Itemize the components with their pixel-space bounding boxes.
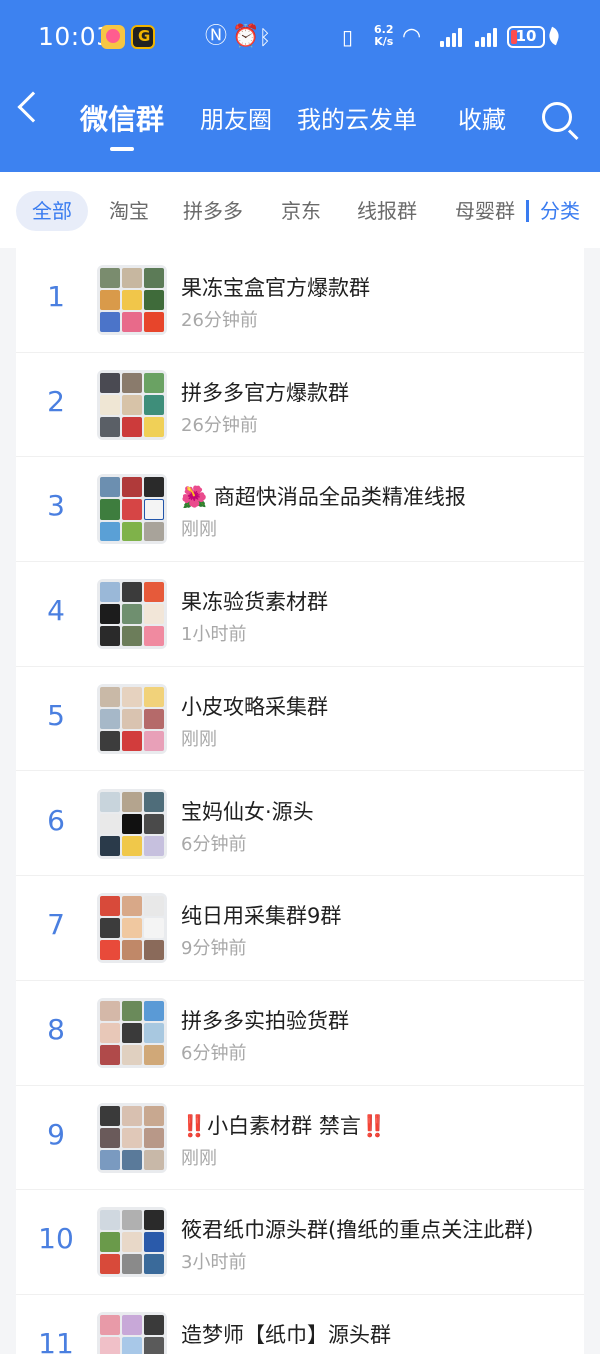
group-row[interactable]: 11 造梦师【纸巾】源头群 (16, 1295, 584, 1354)
category-bar: 全部 淘宝 拼多多 京东 线报群 母婴群 分类 (0, 172, 600, 248)
group-row[interactable]: 5 小皮攻略采集群 刚刚 (16, 667, 584, 772)
group-name: 筱君纸巾源头群(撸纸的重点关注此群) (181, 1218, 534, 1243)
tab-moments[interactable]: 朋友圈 (200, 100, 272, 135)
group-rank: 9 (47, 1117, 65, 1151)
group-avatar (97, 1312, 167, 1354)
nfc-icon: Ⓝ (205, 24, 228, 49)
group-row[interactable]: 8 拼多多实拍验货群 6分钟前 (16, 981, 584, 1086)
group-row[interactable]: 6 宝妈仙女·源头 6分钟前 (16, 772, 584, 877)
tab-favorites[interactable]: 收藏 (458, 100, 506, 135)
group-row[interactable]: 10 筱君纸巾源头群(撸纸的重点关注此群) 3小时前 (16, 1190, 584, 1295)
group-last-active: 26分钟前 (181, 310, 258, 331)
category-deal-groups[interactable]: 线报群 (357, 191, 417, 231)
group-rank: 7 (47, 908, 65, 942)
group-last-active: 9分钟前 (181, 938, 247, 960)
tab-wechat-groups[interactable]: 微信群 (80, 98, 164, 138)
notification-app-icon (101, 25, 125, 49)
back-icon[interactable] (17, 91, 49, 123)
group-avatar (97, 997, 167, 1068)
group-avatar (97, 1207, 167, 1278)
app-header: 10:03 Ⓝ ⏰ ᛒ ▯ 6.2 K/s ◠ 10 微信群 朋友圈 我的云发单… (0, 0, 600, 172)
group-rank: 10 (38, 1222, 74, 1256)
group-avatar (97, 1102, 167, 1173)
net-speed: 6.2 K/s (374, 23, 394, 48)
signal-icon (440, 27, 464, 47)
group-rank: 2 (47, 384, 65, 418)
category-scroll[interactable]: 全部 淘宝 拼多多 京东 线报群 母婴群 (0, 172, 515, 248)
group-rank: 6 (47, 803, 65, 837)
alarm-icon: ⏰ (232, 24, 260, 49)
group-name: 拼多多官方爆款群 (181, 380, 349, 405)
group-last-active: 6分钟前 (181, 833, 247, 855)
notification-app-icon-2 (131, 25, 155, 49)
category-taobao[interactable]: 淘宝 (109, 191, 149, 231)
group-rank: 11 (38, 1327, 74, 1354)
group-last-active: 刚刚 (181, 728, 217, 750)
battery-icon: 10 (507, 26, 545, 48)
bluetooth-icon: ᛒ (259, 25, 271, 49)
group-name: 纯日用采集群9群 (181, 904, 342, 929)
wifi-icon: ◠ (402, 24, 422, 49)
active-tab-indicator (110, 147, 134, 151)
group-avatar (97, 474, 167, 545)
group-name: 🌺 商超快消品全品类精准线报 (181, 485, 466, 510)
signal-icon-2 (475, 27, 499, 47)
group-row[interactable]: 2 拼多多官方爆款群 26分钟前 (16, 353, 584, 458)
group-avatar (97, 579, 167, 650)
group-avatar (97, 893, 167, 964)
group-name: 小皮攻略采集群 (181, 694, 328, 719)
group-last-active: 刚刚 (181, 1147, 217, 1169)
group-name: 造梦师【纸巾】源头群 (181, 1323, 391, 1347)
vibrate-icon: ▯ (342, 25, 354, 49)
group-row[interactable]: 7 纯日用采集群9群 9分钟前 (16, 876, 584, 981)
group-row[interactable]: 3 🌺 商超快消品全品类精准线报 刚刚 (16, 457, 584, 563)
group-avatar (97, 265, 167, 335)
group-avatar (97, 788, 167, 859)
charging-leaf-icon (546, 26, 562, 46)
category-mother-baby[interactable]: 母婴群 (455, 191, 515, 231)
group-list[interactable]: 1 果冻宝盒官方爆款群 26分钟前 2 拼多多官方爆款群 26分钟前 3 🌺 商… (16, 248, 584, 1354)
group-name: 果冻验货素材群 (181, 590, 328, 615)
group-name: ‼️小白素材群 禁言‼️ (181, 1113, 387, 1138)
group-rank: 3 (47, 489, 65, 523)
group-last-active: 6分钟前 (181, 1042, 247, 1064)
group-row[interactable]: 1 果冻宝盒官方爆款群 26分钟前 (16, 248, 584, 353)
group-name: 宝妈仙女·源头 (181, 799, 314, 824)
group-row[interactable]: 9 ‼️小白素材群 禁言‼️ 刚刚 (16, 1086, 584, 1191)
category-all[interactable]: 全部 (16, 191, 88, 231)
group-rank: 8 (47, 1012, 65, 1046)
category-more-button[interactable]: 分类 (526, 191, 580, 231)
tab-my-cloud-orders[interactable]: 我的云发单 (297, 100, 417, 135)
group-rank: 5 (47, 698, 65, 732)
group-last-active: 1小时前 (181, 624, 247, 646)
group-avatar (97, 683, 167, 754)
group-name: 拼多多实拍验货群 (181, 1008, 349, 1033)
group-rank: 1 (47, 280, 65, 313)
search-icon[interactable] (542, 102, 572, 132)
group-rank: 4 (47, 594, 65, 628)
status-bar: 10:03 Ⓝ ⏰ ᛒ ▯ 6.2 K/s ◠ 10 (0, 0, 600, 76)
group-last-active: 26分钟前 (181, 414, 258, 436)
category-pinduoduo[interactable]: 拼多多 (183, 191, 243, 231)
group-last-active: 3小时前 (181, 1252, 247, 1274)
top-navbar: 微信群 朋友圈 我的云发单 收藏 (0, 76, 600, 172)
group-name: 果冻宝盒官方爆款群 (181, 276, 370, 300)
group-avatar (97, 369, 167, 440)
category-jd[interactable]: 京东 (281, 191, 321, 231)
group-row[interactable]: 4 果冻验货素材群 1小时前 (16, 562, 584, 667)
group-last-active: 刚刚 (181, 519, 217, 541)
